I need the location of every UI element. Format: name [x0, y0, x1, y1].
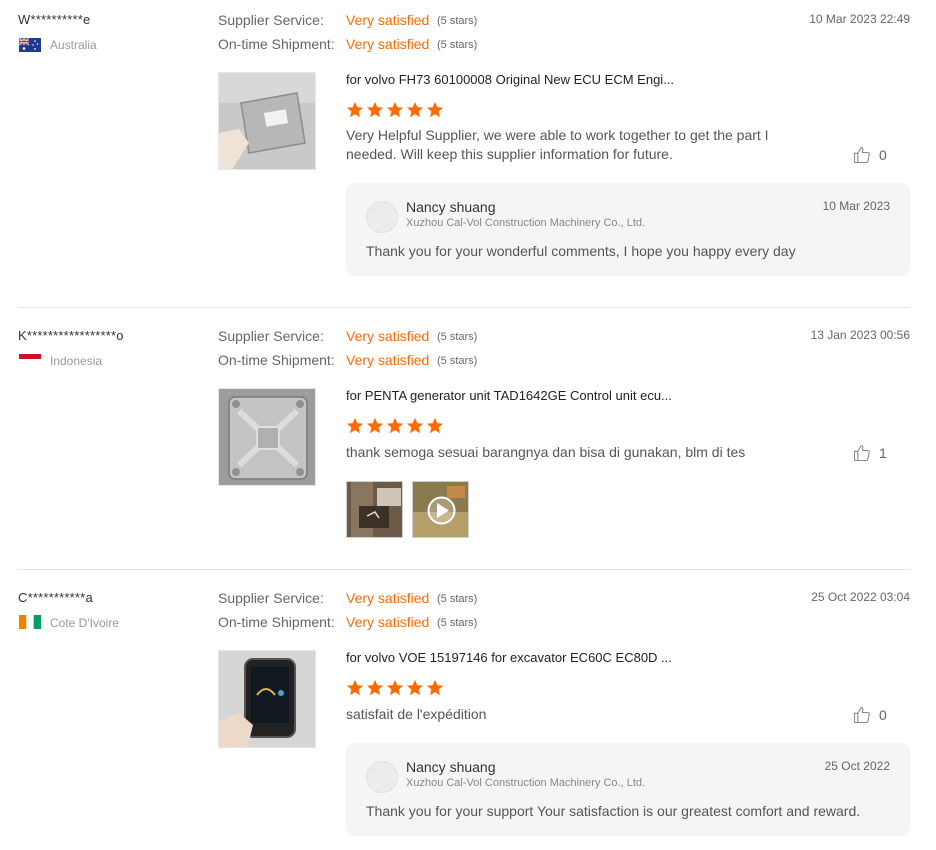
reply-date: 10 Mar 2023	[822, 199, 890, 213]
ontime-shipment-stars: (5 stars)	[437, 617, 478, 629]
reply-text: Thank you for your wonderful comments, I…	[366, 243, 796, 259]
supplier-service-label: Supplier Service:	[218, 590, 324, 606]
like-button[interactable]: 0	[852, 145, 887, 165]
rating-stars	[346, 679, 444, 697]
star-icon	[426, 417, 444, 434]
star-icon	[386, 679, 404, 696]
supplier-service-stars: (5 stars)	[437, 593, 478, 605]
product-title-link[interactable]: for PENTA generator unit TAD1642GE Contr…	[346, 388, 672, 403]
avatar	[366, 201, 398, 233]
supplier-service-stars: (5 stars)	[437, 15, 478, 27]
reply-author-name: Nancy shuang	[406, 759, 496, 775]
ontime-shipment-label: On-time Shipment:	[218, 352, 335, 368]
review-date: 10 Mar 2023 22:49	[809, 12, 910, 26]
supplier-service-stars: (5 stars)	[437, 331, 478, 343]
supplier-service-value: Very satisfied	[346, 12, 430, 28]
star-icon	[366, 101, 384, 118]
reply-company: Xuzhou Cal-Vol Construction Machinery Co…	[406, 777, 646, 789]
thumbs-up-icon	[853, 146, 870, 164]
rating-stars	[346, 101, 444, 119]
supplier-reply: Nancy shuang Xuzhou Cal-Vol Construction…	[346, 183, 910, 276]
supplier-service-value: Very satisfied	[346, 328, 430, 344]
cote-divoire-flag-icon	[19, 615, 41, 629]
reply-company: Xuzhou Cal-Vol Construction Machinery Co…	[406, 217, 646, 229]
rating-stars	[346, 417, 444, 435]
product-title-link[interactable]: for volvo VOE 15197146 for excavator EC6…	[346, 650, 672, 665]
avatar	[366, 761, 398, 793]
buyer-name: C***********a	[18, 590, 93, 605]
like-count: 0	[879, 147, 887, 163]
buyer-name: W**********e	[18, 12, 91, 27]
review-comment: Very Helpful Supplier, we were able to w…	[346, 127, 769, 162]
review-date: 13 Jan 2023 00:56	[810, 328, 910, 342]
indonesia-flag-icon	[19, 354, 41, 364]
ontime-shipment-value: Very satisfied	[346, 36, 430, 52]
ontime-shipment-stars: (5 stars)	[437, 355, 478, 367]
supplier-service-label: Supplier Service:	[218, 12, 324, 28]
supplier-reply: Nancy shuang Xuzhou Cal-Vol Construction…	[346, 743, 910, 836]
star-icon	[346, 101, 364, 118]
review-comment: thank semoga sesuai barangnya dan bisa d…	[346, 444, 746, 460]
star-icon	[346, 417, 364, 434]
star-icon	[346, 679, 364, 696]
star-icon	[406, 417, 424, 434]
ontime-shipment-label: On-time Shipment:	[218, 36, 335, 52]
like-button[interactable]: 0	[852, 705, 887, 725]
review-photo-thumbnail[interactable]	[346, 481, 403, 538]
reply-date: 25 Oct 2022	[824, 759, 890, 773]
australia-flag-icon	[19, 38, 41, 52]
buyer-country: Cote D'Ivoire	[50, 616, 119, 630]
review-date: 25 Oct 2022 03:04	[811, 590, 910, 604]
product-thumbnail[interactable]	[218, 388, 316, 486]
reply-author-name: Nancy shuang	[406, 199, 496, 215]
review-divider	[18, 569, 910, 570]
supplier-service-label: Supplier Service:	[218, 328, 324, 344]
ontime-shipment-value: Very satisfied	[346, 614, 430, 630]
star-icon	[406, 679, 424, 696]
star-icon	[386, 417, 404, 434]
star-icon	[366, 679, 384, 696]
product-thumbnail[interactable]	[218, 650, 316, 748]
star-icon	[426, 101, 444, 118]
star-icon	[426, 679, 444, 696]
like-count: 0	[879, 707, 887, 723]
like-count: 1	[879, 445, 887, 461]
star-icon	[366, 417, 384, 434]
ontime-shipment-stars: (5 stars)	[437, 39, 478, 51]
star-icon	[386, 101, 404, 118]
review-divider	[18, 307, 910, 308]
review-comment: satisfait de l'expédition	[346, 706, 487, 722]
supplier-service-value: Very satisfied	[346, 590, 430, 606]
ontime-shipment-label: On-time Shipment:	[218, 614, 335, 630]
reply-text: Thank you for your support Your satisfac…	[366, 803, 861, 819]
thumbs-up-icon	[853, 706, 870, 724]
like-button[interactable]: 1	[852, 443, 887, 463]
buyer-name: K*****************o	[18, 328, 124, 343]
ontime-shipment-value: Very satisfied	[346, 352, 430, 368]
buyer-country: Australia	[50, 38, 97, 52]
buyer-country: Indonesia	[50, 354, 103, 368]
thumbs-up-icon	[853, 444, 870, 462]
product-thumbnail[interactable]	[218, 72, 316, 170]
product-title-link[interactable]: for volvo FH73 60100008 Original New ECU…	[346, 72, 674, 87]
review-video-thumbnail[interactable]	[412, 481, 469, 538]
star-icon	[406, 101, 424, 118]
